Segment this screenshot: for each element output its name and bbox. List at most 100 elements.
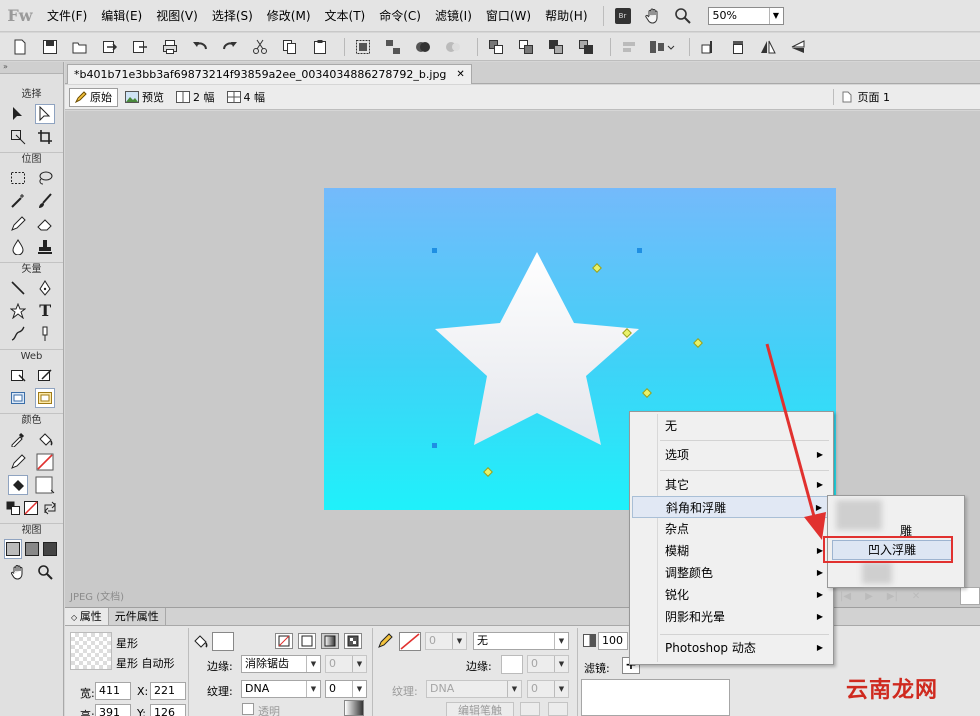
freeform-icon[interactable] [8,324,28,344]
edit-stroke-button[interactable]: 编辑笔触 [446,702,514,716]
stroke-color-swatch[interactable] [399,632,421,651]
menu-item-sharpen[interactable]: 锐化 ▶ [632,584,831,606]
zoom-tool-icon[interactable] [35,562,55,582]
stroke-color-icon[interactable] [8,452,28,472]
stroke-swatch[interactable] [35,452,55,472]
print-icon[interactable] [158,36,182,58]
gradient-edit-button[interactable] [344,700,364,716]
standard-screen-icon[interactable] [4,538,23,559]
hide-slices-icon[interactable] [8,388,28,408]
eraser-icon[interactable] [35,214,55,234]
hand-tool-icon[interactable] [8,562,28,582]
document-tab[interactable]: *b401b71e3bb3af69873214f93859a2ee_003403… [67,64,472,84]
distribute-icon[interactable] [647,36,677,58]
menu-item-photoshop-live[interactable]: Photoshop 动态 ▶ [632,637,831,659]
new-icon[interactable] [8,36,32,58]
opacity-field[interactable]: 100 [598,632,628,650]
no-color-icon[interactable] [22,498,40,518]
x-field[interactable]: 221 [150,682,186,700]
flip-horizontal-icon[interactable] [756,36,780,58]
rotate-cw-icon[interactable] [726,36,750,58]
menu-commands[interactable]: 命令(C) [372,0,428,32]
tools-panel-header[interactable]: » [0,62,63,74]
menu-filters[interactable]: 滤镜(I) [428,0,479,32]
edge-select[interactable]: 消除锯齿 ▼ [241,655,321,673]
group-icon[interactable] [351,36,375,58]
menu-modify[interactable]: 修改(M) [260,0,318,32]
fill-color-swatch[interactable] [212,632,234,651]
subselect-icon[interactable] [35,103,56,124]
page-selector[interactable]: 页面 1 [832,89,890,105]
flip-vertical-icon[interactable] [786,36,810,58]
menu-item-noise[interactable]: 杂点 ▶ [632,518,831,540]
bridge-button[interactable]: Br [612,5,634,27]
marquee-icon[interactable] [8,168,28,188]
full-screen-icon[interactable] [41,539,59,559]
width-field[interactable]: 411 [95,682,131,700]
bring-front-icon[interactable] [484,36,508,58]
menu-item-adjust-color[interactable]: 调整颜色 ▶ [632,562,831,584]
eyedropper-icon[interactable] [8,429,28,449]
rotate-icon[interactable] [696,36,720,58]
menu-help[interactable]: 帮助(H) [538,0,594,32]
lasso-icon[interactable] [35,168,55,188]
default-colors-icon[interactable] [4,498,22,518]
pencil-icon[interactable] [8,214,28,234]
undo-icon[interactable] [188,36,212,58]
redo-icon[interactable] [218,36,242,58]
import-icon[interactable] [98,36,122,58]
brush-icon[interactable] [35,191,55,211]
join-icon[interactable] [411,36,435,58]
menu-item-options[interactable]: 选项 ▶ [632,444,831,466]
cut-icon[interactable] [248,36,272,58]
text-tool-icon[interactable]: T [35,301,55,321]
blur-icon[interactable] [8,237,28,257]
send-back-icon[interactable] [574,36,598,58]
open-icon[interactable] [68,36,92,58]
menu-window[interactable]: 窗口(W) [479,0,538,32]
paste-icon[interactable] [308,36,332,58]
stroke-type-select[interactable]: 无 ▼ [473,632,569,650]
menu-item-blur[interactable]: 模糊 ▶ [632,540,831,562]
export-icon[interactable] [128,36,152,58]
crop-icon[interactable] [35,127,55,147]
transparent-checkbox[interactable] [242,703,254,715]
edge-amount[interactable]: 0 ▼ [325,655,367,673]
stroke-edge-amount[interactable]: 0 ▼ [527,655,569,673]
align-icon[interactable] [617,36,641,58]
hotspot-icon[interactable] [8,365,28,385]
knife-icon[interactable] [35,324,55,344]
stroke-position-button[interactable] [548,702,568,716]
split-icon[interactable] [441,36,465,58]
show-slices-icon[interactable] [35,387,56,408]
stroke-texture-select[interactable]: DNA ▼ [426,680,522,698]
scale-icon[interactable] [8,127,28,147]
view-original-button[interactable]: 原始 [69,87,118,107]
pen-icon[interactable] [35,278,55,298]
full-screen-menus-icon[interactable] [22,539,40,559]
menu-edit[interactable]: 编辑(E) [94,0,149,32]
frame-count-field[interactable] [960,587,980,605]
ungroup-icon[interactable] [381,36,405,58]
fill-gradient-button[interactable] [321,633,339,649]
stroke-size[interactable]: 0 ▼ [425,632,467,650]
pointer-icon[interactable] [8,104,28,124]
menu-item-other[interactable]: 其它 ▶ [632,474,831,496]
slice-icon[interactable] [35,365,55,385]
stroke-texture-amount[interactable]: 0 ▼ [527,680,569,698]
menu-text[interactable]: 文本(T) [318,0,373,32]
tab-properties[interactable]: ◇ 属性 [65,608,109,625]
menu-item-shadow-glow[interactable]: 阴影和光晕 ▶ [632,606,831,628]
close-icon[interactable]: ✕ [456,65,464,84]
swap-colors-icon[interactable] [41,498,59,518]
save-icon[interactable] [38,36,62,58]
line-icon[interactable] [8,278,28,298]
copy-icon[interactable] [278,36,302,58]
fill-pattern-button[interactable] [344,633,362,649]
rubber-stamp-icon[interactable] [35,237,55,257]
zoom-select[interactable]: 50% ▼ [707,6,784,25]
menu-item-none[interactable]: 无 [632,415,831,437]
bring-forward-icon[interactable] [514,36,538,58]
zoom-icon[interactable] [672,5,694,27]
hand-icon[interactable] [642,5,664,27]
